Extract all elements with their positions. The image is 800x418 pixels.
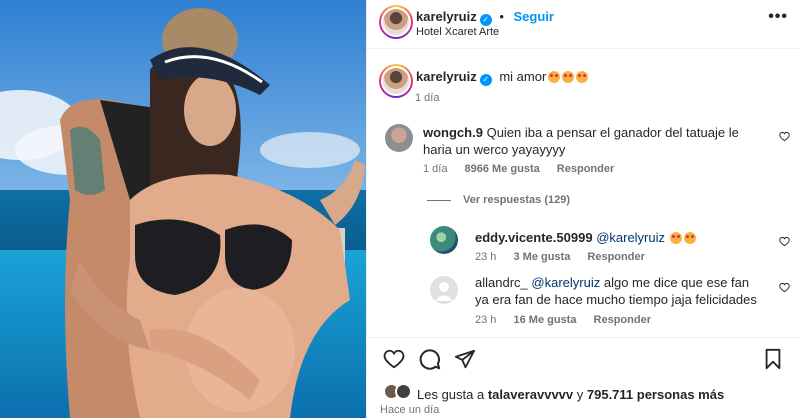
comment-time[interactable]: 1 día (423, 163, 447, 175)
comment-body: wongch.9 Quien iba a pensar el ganador d… (423, 124, 743, 158)
liker-username[interactable]: talaveravvvvv (488, 387, 573, 402)
reply-button[interactable]: Responder (594, 314, 651, 326)
caption: karelyruiz ✓ mi amor (416, 69, 589, 86)
reply-likes[interactable]: 3 Me gusta (513, 251, 570, 263)
send-icon[interactable] (454, 348, 476, 370)
mention-link[interactable]: @karelyruiz (596, 230, 665, 245)
caption-text: mi amor (499, 69, 547, 84)
post-header: karelyruiz ✓ • Seguir (416, 9, 554, 26)
mention-link[interactable]: @karelyruiz (531, 275, 600, 290)
caption-username[interactable]: karelyruiz (416, 69, 477, 84)
author-username[interactable]: karelyruiz (416, 9, 477, 24)
actions-divider (367, 337, 800, 338)
reply-button[interactable]: Responder (587, 251, 644, 263)
caption-avatar[interactable] (379, 64, 413, 98)
sad-face-emoji-icon (670, 232, 683, 244)
reply-username[interactable]: eddy.vicente.50999 (475, 230, 593, 245)
reply-avatar[interactable] (430, 276, 458, 304)
reply-likes[interactable]: 16 Me gusta (513, 314, 576, 326)
reply-username[interactable]: allandrc_ (475, 275, 528, 290)
reply-like-heart-icon[interactable] (779, 236, 790, 247)
reply-meta: 23 h 3 Me gusta Responder (475, 251, 659, 263)
post-time-ago[interactable]: Hace un día (380, 404, 439, 416)
dot-separator: • (499, 9, 504, 24)
comment-like-heart-icon[interactable] (779, 131, 790, 142)
like-heart-icon[interactable] (383, 348, 405, 370)
reply-meta: 23 h 16 Me gusta Responder (475, 314, 665, 326)
post-photo[interactable] (0, 0, 366, 418)
default-avatar-icon (435, 282, 453, 301)
reply-body: allandrc_ @karelyruiz algo me dice que e… (475, 274, 765, 308)
likes-summary: Les gusta a talaveravvvvv y 795.711 pers… (417, 387, 724, 402)
heart-eyes-emoji-icon (548, 71, 561, 83)
header-divider (367, 48, 800, 49)
likes-middle: y (573, 387, 587, 402)
bookmark-icon[interactable] (762, 348, 784, 370)
post-details-panel: karelyruiz ✓ • Seguir Hotel Xcaret Arte •… (366, 0, 800, 418)
comment-likes[interactable]: 8966 Me gusta (465, 163, 540, 175)
author-avatar[interactable] (379, 5, 413, 39)
reply-button[interactable]: Responder (557, 163, 614, 175)
reply-time[interactable]: 23 h (475, 251, 496, 263)
reply-avatar[interactable] (430, 226, 458, 254)
sad-face-emoji-icon (684, 232, 697, 244)
reply-time[interactable]: 23 h (475, 314, 496, 326)
follow-button[interactable]: Seguir (514, 9, 554, 24)
comment-icon[interactable] (419, 348, 441, 370)
likes-count[interactable]: 795.711 personas más (587, 387, 724, 402)
commenter-avatar[interactable] (385, 124, 413, 152)
comment-username[interactable]: wongch.9 (423, 125, 483, 140)
heart-eyes-emoji-icon (562, 71, 575, 83)
verified-badge-icon: ✓ (479, 14, 492, 26)
liker-avatar[interactable] (395, 383, 412, 400)
post-image (0, 0, 366, 418)
verified-badge-icon: ✓ (479, 74, 492, 86)
comment-meta: 1 día 8966 Me gusta Responder (423, 163, 628, 175)
reply-like-heart-icon[interactable] (779, 282, 790, 293)
likes-prefix: Les gusta a (417, 387, 488, 402)
caption-time[interactable]: 1 día (415, 92, 439, 104)
heart-eyes-emoji-icon (576, 71, 589, 83)
reply-body: eddy.vicente.50999 @karelyruiz (475, 230, 697, 245)
view-replies-button[interactable]: Ver respuestas (129) (427, 194, 570, 206)
location-link[interactable]: Hotel Xcaret Arte (416, 26, 499, 38)
more-options-icon[interactable]: ••• (768, 8, 788, 26)
instagram-post: karelyruiz ✓ • Seguir Hotel Xcaret Arte •… (0, 0, 800, 418)
